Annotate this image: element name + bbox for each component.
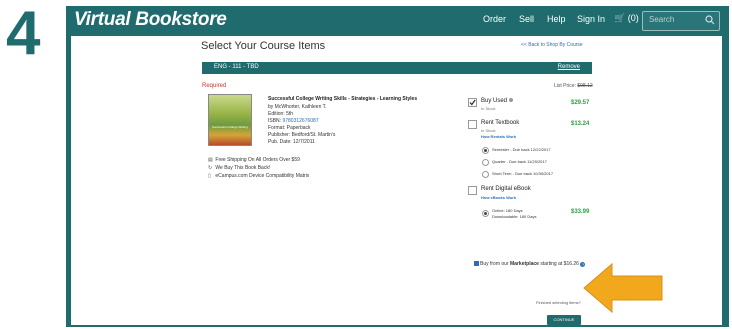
cart-count: (0) xyxy=(627,13,639,23)
book-author: by McWhorter, Kathleen T. xyxy=(268,104,327,110)
rental-term-quarter-label: Quarter - Due back 11/29/2017 xyxy=(492,159,547,164)
info-icon[interactable] xyxy=(508,98,513,102)
list-price-label: List Price: xyxy=(554,83,576,89)
book-cover-image: Successful College Writing xyxy=(208,94,252,146)
buy-used-checkbox[interactable] xyxy=(468,98,477,107)
rental-term-quarter-radio[interactable] xyxy=(482,159,489,166)
page-title: Select Your Course Items xyxy=(201,40,326,52)
book-isbn: ISBN: 9780312676087 xyxy=(268,118,319,124)
perk-device-matrix[interactable]: ▯ eCampus.com Device Compatibility Matri… xyxy=(208,173,309,179)
orange-arrow-icon xyxy=(583,262,663,314)
perk-buy-back[interactable]: ↻ We Buy This Book Back! xyxy=(208,165,270,171)
perk-text: We Buy This Book Back! xyxy=(215,165,271,171)
device-icon: ▯ xyxy=(208,173,211,179)
book-format: Format: Paperback xyxy=(268,125,311,131)
search-icon[interactable] xyxy=(705,15,715,25)
cart-icon: 🛒 xyxy=(614,13,626,23)
rent-ebook-label: Rent Digital eBook xyxy=(481,186,531,192)
brand-logo[interactable]: Virtual Bookstore xyxy=(74,9,227,31)
ebook-term-radio[interactable] xyxy=(482,210,489,217)
perk-text: Free Shipping On All Orders Over $59 xyxy=(215,157,300,163)
list-price: List Price: $98.12 xyxy=(554,83,593,89)
ebook-price: $33.99 xyxy=(571,209,590,215)
isbn-label: ISBN: xyxy=(268,118,282,124)
perk-free-shipping[interactable]: ▤ Free Shipping On All Orders Over $59 xyxy=(208,157,300,163)
book-pub-date: Pub. Date: 12/7/2011 xyxy=(268,139,315,145)
ebook-term-download: Downloadable: 180 Days xyxy=(492,214,537,219)
book-publisher: Publisher: Bedford/St. Martin's xyxy=(268,132,336,138)
rent-textbook-checkbox[interactable] xyxy=(468,120,477,129)
rental-term-semester-label: Semester - Due back 12/22/2017 xyxy=(492,147,551,152)
search-placeholder: Search xyxy=(649,15,675,24)
search-input[interactable]: Search xyxy=(642,11,720,31)
buy-used-price: $29.57 xyxy=(571,100,590,106)
how-rentals-work-link[interactable]: How Rentals Work xyxy=(481,134,516,139)
cover-title: Successful College Writing xyxy=(212,125,248,129)
back-to-shop-link[interactable]: << Back to Shop By Course xyxy=(521,42,583,48)
rental-term-semester-radio[interactable] xyxy=(482,147,489,154)
marketplace-checkbox[interactable] xyxy=(474,261,479,266)
course-header-bar: ENG - 111 - TBD Remove xyxy=(202,62,592,74)
rent-textbook-stock: In Stock xyxy=(481,128,496,133)
remove-link[interactable]: Remove xyxy=(558,64,580,70)
truck-icon: ▤ xyxy=(208,157,213,163)
cart-button[interactable]: 🛒 (0) xyxy=(614,13,639,24)
nav-sign-in[interactable]: Sign In xyxy=(577,14,605,24)
step-number-4: 4 xyxy=(6,4,41,56)
required-label: Required xyxy=(202,83,227,89)
book-edition: Edition: 5th xyxy=(268,111,294,117)
top-navigation-bar: Virtual Bookstore Order Sell Help Sign I… xyxy=(66,6,729,36)
nav-sell[interactable]: Sell xyxy=(519,14,534,24)
buy-used-label: Buy Used xyxy=(481,98,513,104)
nav-order[interactable]: Order xyxy=(483,14,506,24)
perk-text: eCampus.com Device Compatibility Matrix xyxy=(215,173,310,179)
svg-text:4: 4 xyxy=(6,4,41,56)
buy-used-stock: In Stock xyxy=(481,106,496,111)
return-icon: ↻ xyxy=(208,165,213,171)
rent-textbook-price: $13.24 xyxy=(571,121,590,127)
checkmark-icon xyxy=(469,99,476,106)
isbn-link[interactable]: 9780312676087 xyxy=(282,118,318,124)
rental-term-short-radio[interactable] xyxy=(482,171,489,178)
ebook-term-online: Online: 180 Days xyxy=(492,208,523,213)
marketplace-offer[interactable]: Buy from our Marketplace starting at $16… xyxy=(474,261,586,267)
rent-textbook-label: Rent Textbook xyxy=(481,120,520,126)
finished-prompt: Finished selecting items? xyxy=(536,300,581,305)
course-code: ENG - 111 - TBD xyxy=(214,64,259,70)
continue-button[interactable]: CONTINUE xyxy=(547,315,581,325)
marketplace-brand: Marketplace xyxy=(510,261,539,267)
rent-ebook-checkbox[interactable] xyxy=(468,186,477,195)
rental-term-short-label: Short Term - Due back 10/30/2017 xyxy=(492,171,554,176)
book-title: Successful College Writing Skills - Stra… xyxy=(268,96,418,102)
how-ebooks-work-link[interactable]: How eBooks Work xyxy=(481,195,516,200)
nav-help[interactable]: Help xyxy=(547,14,566,24)
list-price-value: $98.12 xyxy=(577,83,593,89)
